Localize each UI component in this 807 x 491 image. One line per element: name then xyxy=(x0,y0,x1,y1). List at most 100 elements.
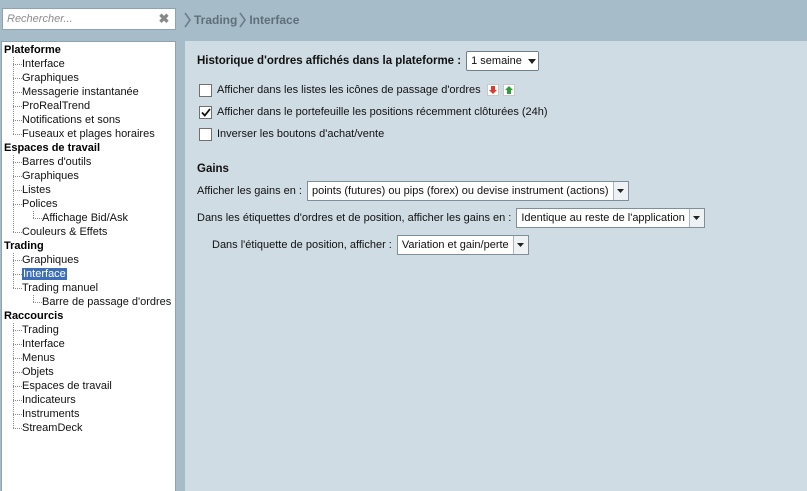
sidebar-item-raccourcis-interface[interactable]: Interface xyxy=(22,337,65,351)
tree-line xyxy=(13,330,22,331)
position-label-label: Dans l'étiquette de position, afficher : xyxy=(212,239,392,251)
tree-line xyxy=(13,92,22,93)
chevron-down-icon xyxy=(688,209,704,227)
sidebar-item-label: Graphiques xyxy=(22,72,79,84)
tree-line xyxy=(13,414,22,415)
sidebar-item-menus[interactable]: Menus xyxy=(22,351,55,365)
tree-line xyxy=(13,386,22,387)
order-icons-checkbox[interactable] xyxy=(199,83,212,97)
sidebar-item-barres-outils[interactable]: Barres d'outils xyxy=(22,155,91,169)
sidebar-item-label: Instruments xyxy=(22,408,80,420)
order-icons-label: Afficher dans les listes les icônes de p… xyxy=(217,84,481,96)
option-invert-buttons[interactable]: Inverser les boutons d'achat/vente xyxy=(199,126,384,142)
sidebar-item-affichage-bid-ask[interactable]: Affichage Bid/Ask xyxy=(42,211,128,225)
sidebar-item-label: ProRealTrend xyxy=(22,100,91,112)
search-input[interactable] xyxy=(3,9,153,29)
search-box[interactable]: ✖ xyxy=(2,8,176,30)
check-icon xyxy=(200,107,211,117)
sidebar-item-label: Graphiques xyxy=(22,170,79,182)
sidebar-item-label: Indicateurs xyxy=(22,394,76,406)
sidebar-item-plateforme-interface[interactable]: Interface xyxy=(22,57,65,71)
history-period-select[interactable]: 1 semaine xyxy=(466,51,539,71)
history-period-value: 1 semaine xyxy=(471,55,522,67)
sidebar-item-notifications[interactable]: Notifications et sons xyxy=(22,113,120,127)
sidebar-item-instruments[interactable]: Instruments xyxy=(22,407,79,421)
sidebar-item-barre-passage-ordres[interactable]: Barre de passage d'ordres xyxy=(42,295,171,309)
invert-buttons-label: Inverser les boutons d'achat/vente xyxy=(217,128,385,140)
sidebar-item-label: Trading xyxy=(22,324,59,336)
sidebar-item-label: Barres d'outils xyxy=(22,156,92,168)
sidebar-item-espaces-graphiques[interactable]: Graphiques xyxy=(22,169,79,183)
tree-line xyxy=(33,211,34,218)
invert-buttons-checkbox[interactable] xyxy=(199,127,212,141)
gains-display-value: points (futures) ou pips (forex) ou devi… xyxy=(311,185,609,197)
sell-order-icon xyxy=(486,84,499,96)
sidebar-item-raccourcis-espaces[interactable]: Espaces de travail xyxy=(22,379,112,393)
sidebar-item-listes[interactable]: Listes xyxy=(22,183,51,197)
option-closed-positions[interactable]: Afficher dans le portefeuille les positi… xyxy=(199,104,548,120)
sidebar-item-label: Couleurs & Effets xyxy=(22,226,108,238)
tree-line xyxy=(13,274,22,275)
sidebar-section-trading[interactable]: Trading xyxy=(4,239,44,253)
tree-line xyxy=(13,134,22,135)
position-label-row: Dans l'étiquette de position, afficher :… xyxy=(212,235,529,255)
sidebar-section-plateforme[interactable]: Plateforme xyxy=(4,43,61,57)
tree-line xyxy=(13,253,14,288)
gains-section-title: Gains xyxy=(197,163,229,175)
gains-labels-row: Dans les étiquettes d'ordres et de posit… xyxy=(197,208,705,228)
sidebar-item-label: Fuseaux et plages horaires xyxy=(22,128,155,140)
gains-labels-select[interactable]: Identique au reste de l'application xyxy=(516,208,705,228)
sidebar-item-fuseaux[interactable]: Fuseaux et plages horaires xyxy=(22,127,155,141)
settings-panel: Historique d'ordres affichés dans la pla… xyxy=(185,41,807,491)
settings-sidebar: Plateforme Interface Graphiques Messager… xyxy=(1,41,176,491)
tree-line xyxy=(13,176,22,177)
sidebar-item-raccourcis-trading[interactable]: Trading xyxy=(22,323,59,337)
sidebar-item-trading-graphiques[interactable]: Graphiques xyxy=(22,253,79,267)
sidebar-item-couleurs-effets[interactable]: Couleurs & Effets xyxy=(22,225,107,239)
sidebar-item-label: Interface xyxy=(22,58,65,70)
sidebar-item-label: Objets xyxy=(22,366,54,378)
position-label-select[interactable]: Variation et gain/perte xyxy=(396,235,529,255)
gains-display-label: Afficher les gains en : xyxy=(197,185,302,197)
sidebar-item-prorealtrend[interactable]: ProRealTrend xyxy=(22,99,90,113)
tree-line xyxy=(13,120,22,121)
tree-line xyxy=(13,344,22,345)
sidebar-item-label: Menus xyxy=(22,352,56,364)
tree-line xyxy=(13,260,22,261)
sidebar-item-label: Trading manuel xyxy=(22,282,99,294)
breadcrumb-item-interface: Interface xyxy=(249,13,300,27)
sidebar-item-trading-interface[interactable]: Interface xyxy=(22,267,67,281)
gains-display-select[interactable]: points (futures) ou pips (forex) ou devi… xyxy=(306,181,629,201)
tree-line xyxy=(13,64,22,65)
chevron-down-icon xyxy=(612,182,628,200)
sidebar-item-objets[interactable]: Objets xyxy=(22,365,54,379)
closed-positions-checkbox[interactable] xyxy=(199,105,212,119)
tree-line xyxy=(13,400,22,401)
tree-line xyxy=(13,190,22,191)
sidebar-item-polices[interactable]: Polices xyxy=(22,197,57,211)
sidebar-item-label: Interface xyxy=(22,268,67,280)
clear-search-icon[interactable]: ✖ xyxy=(158,12,170,26)
breadcrumb-chevron-icon xyxy=(239,12,247,28)
sidebar-section-espaces-de-travail[interactable]: Espaces de travail xyxy=(4,141,100,155)
tree-line xyxy=(13,428,22,429)
breadcrumb-item-trading[interactable]: Trading xyxy=(194,13,237,27)
sidebar-item-plateforme-graphiques[interactable]: Graphiques xyxy=(22,71,79,85)
chevron-down-icon xyxy=(512,236,528,254)
option-order-icons[interactable]: Afficher dans les listes les icônes de p… xyxy=(199,82,515,98)
sidebar-item-streamdeck[interactable]: StreamDeck xyxy=(22,421,83,435)
tree-line xyxy=(13,288,22,289)
sidebar-section-raccourcis[interactable]: Raccourcis xyxy=(4,309,63,323)
tree-line xyxy=(13,323,14,428)
sidebar-item-label: Affichage Bid/Ask xyxy=(42,212,129,224)
sidebar-item-indicateurs[interactable]: Indicateurs xyxy=(22,393,76,407)
breadcrumb-chevron-icon xyxy=(184,12,192,28)
tree-line xyxy=(33,302,42,303)
tree-line xyxy=(13,78,22,79)
tree-line xyxy=(13,204,22,205)
sidebar-item-messagerie[interactable]: Messagerie instantanée xyxy=(22,85,139,99)
sidebar-item-trading-manuel[interactable]: Trading manuel xyxy=(22,281,98,295)
tree-line xyxy=(13,57,14,134)
breadcrumb: Trading Interface xyxy=(184,12,301,28)
closed-positions-label: Afficher dans le portefeuille les positi… xyxy=(217,106,548,118)
